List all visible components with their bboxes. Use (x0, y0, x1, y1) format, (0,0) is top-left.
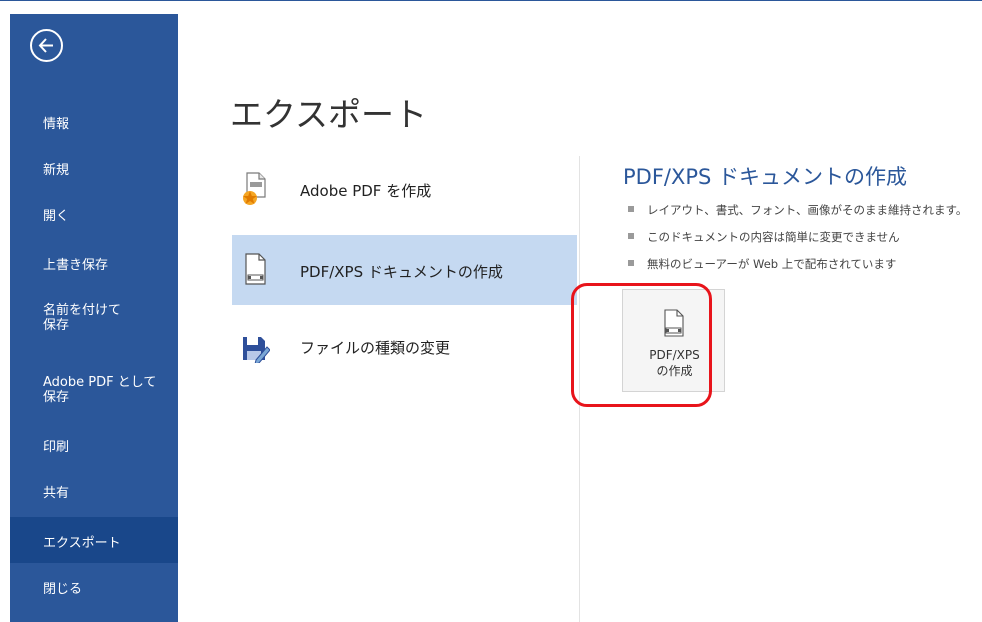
sidebar-item-save[interactable]: 上書き保存 (10, 258, 178, 273)
pdf-xps-document-icon (664, 309, 684, 337)
option-label: ファイルの種類の変更 (300, 339, 451, 357)
top-border (0, 0, 982, 14)
bullet-square-icon (628, 205, 634, 212)
option-label: PDF/XPS ドキュメントの作成 (300, 263, 503, 281)
option-create-adobe-pdf[interactable]: Adobe PDF を作成 (232, 154, 577, 224)
sidebar-item-new[interactable]: 新規 (10, 163, 178, 178)
pdf-xps-document-icon (245, 253, 266, 285)
sidebar-item-export[interactable]: エクスポート (10, 517, 178, 563)
back-button[interactable] (30, 29, 63, 62)
option-change-file-type[interactable]: ファイルの種類の変更 (232, 311, 577, 381)
option-create-pdf-xps[interactable]: PDF/XPS ドキュメントの作成 (232, 235, 577, 305)
adobe-pdf-icon (243, 172, 266, 205)
sidebar-item-open[interactable]: 開く (10, 209, 178, 224)
option-label: Adobe PDF を作成 (300, 182, 432, 200)
bullet-square-icon (628, 232, 634, 239)
create-pdf-xps-button[interactable]: PDF/XPS の作成 (622, 289, 725, 392)
sidebar-item-close[interactable]: 閉じる (10, 582, 178, 597)
sidebar-item-info[interactable]: 情報 (10, 117, 178, 132)
sidebar-item-share[interactable]: 共有 (10, 486, 178, 501)
panel-title: PDF/XPS ドキュメントの作成 (623, 165, 908, 189)
page-title: エクスポート (230, 95, 428, 134)
create-button-label: PDF/XPS の作成 (649, 348, 700, 378)
bullet-square-icon (628, 259, 634, 266)
sidebar-item-print[interactable]: 印刷 (10, 440, 178, 455)
feature-bullet: このドキュメントの内容は簡単に変更できません (628, 229, 900, 245)
save-edit-icon (243, 337, 270, 363)
feature-bullet: 無料のビューアーが Web 上で配布されています (628, 256, 896, 272)
sidebar-item-save-as[interactable]: 名前を付けて 保存 (10, 303, 178, 333)
feature-bullet: レイアウト、書式、フォント、画像がそのまま維持されます。 (628, 202, 967, 218)
window-edge (0, 14, 10, 622)
panel-divider (579, 156, 580, 622)
sidebar-item-save-as-adobe-pdf[interactable]: Adobe PDF として 保存 (10, 375, 178, 405)
back-arrow-icon (38, 38, 53, 53)
